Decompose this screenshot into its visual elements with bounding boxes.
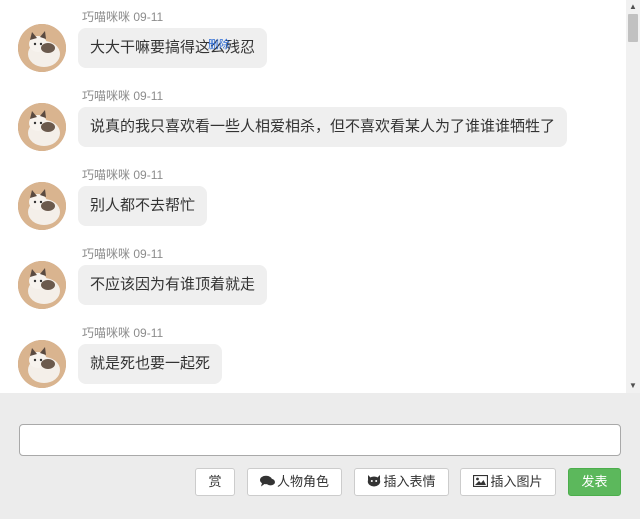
message-text: 说真的我只喜欢看一些人相爱相杀，但不喜欢看某人为了谁谁谁牺牲了 [78,107,568,147]
message-meta: 巧喵咪咪 09-11 [82,167,163,183]
avatar[interactable] [18,24,66,72]
message-item: 巧喵咪咪 09-11 就是死也要一起死 [18,325,618,393]
avatar[interactable] [18,103,66,151]
insert-image-button-label: 插入图片 [490,474,543,489]
vertical-scrollbar[interactable]: ▲ ▼ [626,0,640,393]
composer: 赏 人物角色 插入表情 插入图片 发表 [0,393,640,519]
message-text: 不应该因为有谁顶着就走 [78,265,268,305]
message-meta: 巧喵咪咪 09-11 [82,88,163,104]
send-button[interactable]: 发表 [568,468,621,496]
message-author: 巧喵咪咪 [82,168,131,182]
scroll-down-arrow-icon[interactable]: ▼ [626,379,640,393]
scroll-up-arrow-icon[interactable]: ▲ [626,0,640,14]
insert-emoji-button[interactable]: 插入表情 [354,468,449,496]
avatar[interactable] [18,340,66,388]
comments-icon [259,470,275,496]
send-button-label: 发表 [581,474,608,489]
message-author: 巧喵咪咪 [82,10,131,24]
delete-link[interactable]: 删除 [208,36,230,52]
message-item: 巧喵咪咪 09-11 不应该因为有谁顶着就走 [18,246,618,318]
avatar[interactable] [18,182,66,230]
message-author: 巧喵咪咪 [82,247,131,261]
scroll-thumb[interactable] [628,14,638,42]
message-meta: 巧喵咪咪 09-11 [82,9,163,25]
role-button-label: 人物角色 [276,474,329,489]
reward-button[interactable]: 赏 [195,468,235,496]
message-author: 巧喵咪咪 [82,326,131,340]
message-meta: 巧喵咪咪 09-11 [82,246,163,262]
message-item: 巧喵咪咪 09-11 别人都不去帮忙 [18,167,618,239]
avatar[interactable] [18,261,66,309]
cat-face-icon [367,470,381,496]
insert-image-button[interactable]: 插入图片 [460,468,556,496]
role-button[interactable]: 人物角色 [247,468,342,496]
message-input[interactable] [19,424,621,456]
insert-emoji-button-label: 插入表情 [383,474,436,489]
message-date: 09-11 [133,168,164,182]
message-text: 别人都不去帮忙 [78,186,208,226]
reward-button-label: 赏 [208,474,222,489]
message-text: 大大干嘛要搞得这么残忍 [78,28,268,68]
image-icon [473,470,489,496]
message-date: 09-11 [133,247,164,261]
message-date: 09-11 [133,326,164,340]
message-date: 09-11 [133,10,164,24]
message-item: 巧喵咪咪 09-11 说真的我只喜欢看一些人相爱相杀，但不喜欢看某人为了谁谁谁牺… [18,88,618,160]
message-item: 巧喵咪咪 09-11 大大干嘛要搞得这么残忍 删除 [18,9,618,81]
message-date: 09-11 [133,89,164,103]
message-meta: 巧喵咪咪 09-11 [82,325,163,341]
message-text: 就是死也要一起死 [78,344,223,384]
message-list[interactable]: 巧喵咪咪 09-11 大大干嘛要搞得这么残忍 删除 巧喵咪咪 09-11 说真的… [0,0,640,393]
message-author: 巧喵咪咪 [82,89,131,103]
